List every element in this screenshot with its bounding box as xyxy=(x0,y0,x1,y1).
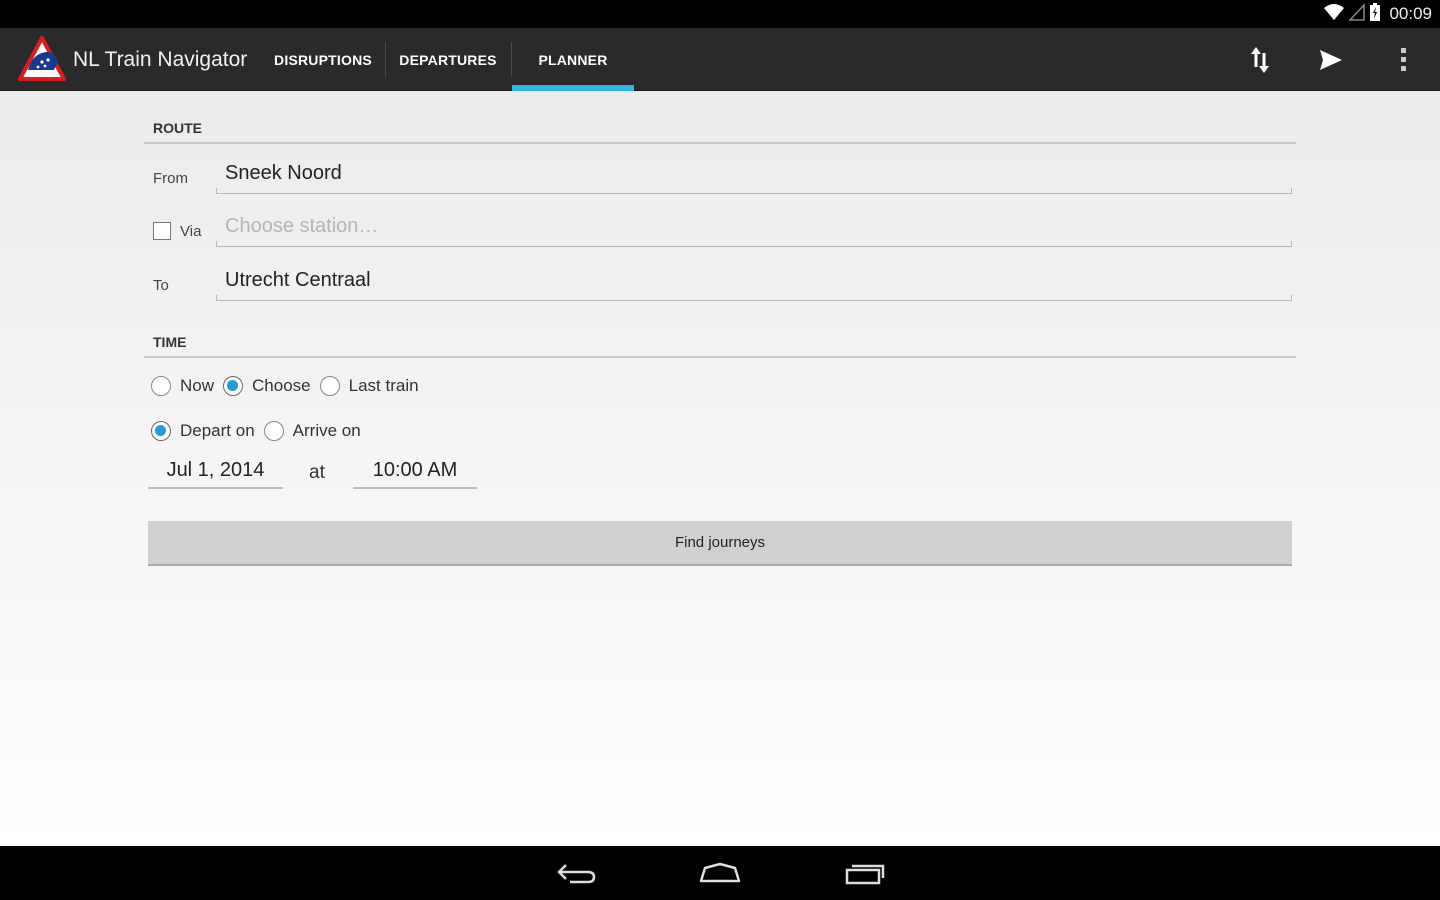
date-picker[interactable]: Jul 1, 2014 xyxy=(148,453,283,489)
time-picker[interactable]: 10:00 AM xyxy=(353,453,477,489)
send-icon[interactable] xyxy=(1315,44,1347,76)
from-station-input[interactable]: Sneek Noord xyxy=(216,154,1292,194)
radio-arrive-on-label: Arrive on xyxy=(292,421,361,440)
overflow-menu-icon[interactable] xyxy=(1388,44,1420,76)
route-section-header: ROUTE xyxy=(144,120,1296,144)
time-mode-radio-group: Now Choose Last train xyxy=(151,376,428,396)
at-label: at xyxy=(309,462,325,483)
via-placeholder: Choose station… xyxy=(225,215,379,237)
to-label: To xyxy=(153,277,169,294)
radio-arrive-on[interactable] xyxy=(263,421,284,441)
from-label: From xyxy=(153,170,188,187)
tab-planner[interactable]: PLANNER xyxy=(512,28,634,91)
radio-depart-on[interactable] xyxy=(151,421,171,441)
to-station-input[interactable]: Utrecht Centraal xyxy=(216,261,1292,301)
status-bar: 00:09 xyxy=(0,0,1440,28)
recent-apps-icon[interactable] xyxy=(843,858,887,888)
battery-icon xyxy=(1369,2,1381,27)
tab-label: DEPARTURES xyxy=(399,51,497,68)
cell-signal-icon xyxy=(1348,2,1366,26)
tab-label: PLANNER xyxy=(538,51,608,68)
back-icon[interactable] xyxy=(554,858,598,888)
radio-now-label: Now xyxy=(180,376,215,395)
via-label: Via xyxy=(180,223,202,240)
radio-choose-label: Choose xyxy=(252,376,311,395)
radio-depart-on-label: Depart on xyxy=(180,421,255,440)
swap-direction-icon[interactable] xyxy=(1244,44,1276,76)
tab-label: DISRUPTIONS xyxy=(274,51,372,68)
status-time: 00:09 xyxy=(1389,4,1432,23)
app-title: NL Train Navigator xyxy=(73,48,248,71)
radio-last-train[interactable] xyxy=(319,376,340,396)
wifi-icon xyxy=(1323,3,1345,26)
radio-now[interactable] xyxy=(151,376,171,396)
system-nav-bar xyxy=(0,846,1440,900)
radio-choose[interactable] xyxy=(223,376,244,396)
via-station-input[interactable]: Choose station… xyxy=(216,207,1292,247)
home-icon[interactable] xyxy=(698,858,742,888)
find-journeys-button[interactable]: Find journeys xyxy=(148,521,1292,566)
status-icons: 00:09 xyxy=(1323,0,1432,28)
radio-last-train-label: Last train xyxy=(348,376,419,395)
find-journeys-label: Find journeys xyxy=(674,534,766,551)
app-logo-icon[interactable] xyxy=(18,36,66,82)
via-checkbox[interactable] xyxy=(153,222,171,240)
action-bar: NL Train Navigator DISRUPTIONS DEPARTURE… xyxy=(0,28,1440,91)
tab-departures[interactable]: DEPARTURES xyxy=(390,28,506,91)
direction-radio-group: Depart on Arrive on xyxy=(151,421,370,441)
planner-content: ROUTE From Sneek Noord Via Choose statio… xyxy=(0,91,1440,846)
time-section-header: TIME xyxy=(144,334,1296,358)
tab-divider xyxy=(385,42,386,77)
tab-disruptions[interactable]: DISRUPTIONS xyxy=(266,28,380,91)
